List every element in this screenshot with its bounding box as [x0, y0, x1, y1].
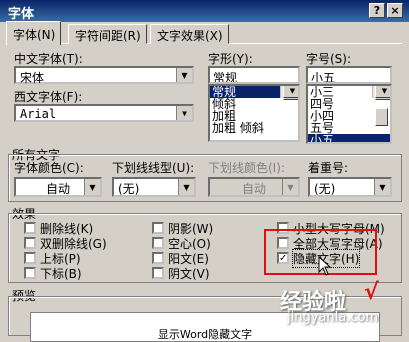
list-item[interactable]: 加粗 倾斜: [210, 122, 298, 134]
strikethrough-checkbox[interactable]: [24, 222, 36, 234]
emphasis-mark-select[interactable]: (无) ▼: [308, 177, 392, 197]
font-color-value: 自动: [45, 182, 70, 196]
underline-style-select[interactable]: (无) ▼: [112, 177, 196, 197]
help-button[interactable]: ?: [369, 3, 385, 18]
chevron-down-icon[interactable]: ▼: [84, 179, 100, 195]
chinese-font-value: 宋体: [20, 71, 45, 85]
engrave-checkbox[interactable]: [152, 267, 164, 279]
mouse-cursor-icon: [318, 256, 332, 276]
watermark-url: jingyanla.com: [287, 310, 379, 325]
chevron-down-icon[interactable]: ▼: [178, 179, 194, 195]
emphasis-mark-label: 着重号:: [308, 161, 349, 175]
font-size-input[interactable]: 小五: [306, 66, 392, 84]
tab-text-effects[interactable]: 文字效果(X): [150, 24, 229, 44]
watermark-check-icon: √: [364, 280, 379, 305]
chevron-down-icon[interactable]: ▼: [374, 179, 390, 195]
emphasis-mark-value: (无): [314, 182, 336, 196]
western-font-label: 西文字体(F):: [14, 90, 83, 104]
chevron-down-icon[interactable]: ▼: [176, 68, 192, 82]
scroll-down-icon[interactable]: ▼: [283, 86, 298, 98]
dialog-title: 字体: [8, 7, 35, 22]
scroll-thumb[interactable]: [375, 108, 388, 126]
subscript-label: 下标(B): [40, 267, 82, 281]
underline-style-value: (无): [118, 182, 140, 196]
preview-sample-text: 显示Word隐藏文字: [157, 328, 253, 341]
underline-color-label: 下划线颜色(I):: [208, 161, 285, 175]
title-bar: [0, 0, 409, 22]
emboss-checkbox[interactable]: [152, 252, 164, 264]
underline-color-value: 自动: [241, 182, 266, 196]
tab-character-spacing[interactable]: 字符间距(R): [68, 24, 147, 44]
font-color-label: 字体颜色(C):: [14, 161, 84, 175]
chevron-down-icon[interactable]: ▼: [176, 106, 192, 120]
font-style-list[interactable]: 常规 倾斜 加粗 加粗 倾斜 ▲ ▼: [208, 84, 300, 142]
scrollbar[interactable]: ▲ ▼: [280, 86, 298, 100]
font-color-select[interactable]: 自动 ▼: [14, 177, 102, 197]
subscript-checkbox[interactable]: [24, 267, 36, 279]
outline-checkbox[interactable]: [152, 237, 164, 249]
font-style-label: 字形(Y):: [208, 52, 253, 66]
list-item[interactable]: 小五: [308, 134, 390, 142]
scroll-down-icon[interactable]: ▼: [375, 86, 390, 98]
underline-style-label: 下划线线型(U):: [112, 161, 195, 175]
chevron-down-icon: ▼: [282, 179, 298, 195]
underline-color-select: 自动 ▼: [208, 177, 300, 197]
font-style-input[interactable]: 常规: [208, 66, 300, 84]
western-font-value: Arial: [20, 107, 57, 121]
tab-font[interactable]: 字体(N): [6, 21, 62, 45]
chinese-font-select[interactable]: 宋体 ▼: [14, 66, 194, 85]
font-size-list[interactable]: 小三 四号 小四 五号 小五 ▲ ▼: [306, 84, 392, 144]
scrollbar[interactable]: ▲ ▼: [372, 86, 390, 126]
double-strikethrough-checkbox[interactable]: [24, 237, 36, 249]
western-font-select[interactable]: Arial ▼: [14, 104, 194, 122]
engrave-label: 阴文(V): [168, 267, 210, 281]
superscript-checkbox[interactable]: [24, 252, 36, 264]
close-button[interactable]: ×: [387, 3, 403, 18]
shadow-checkbox[interactable]: [152, 222, 164, 234]
font-size-label: 字号(S):: [306, 52, 352, 66]
chinese-font-label: 中文字体(T):: [14, 52, 83, 66]
